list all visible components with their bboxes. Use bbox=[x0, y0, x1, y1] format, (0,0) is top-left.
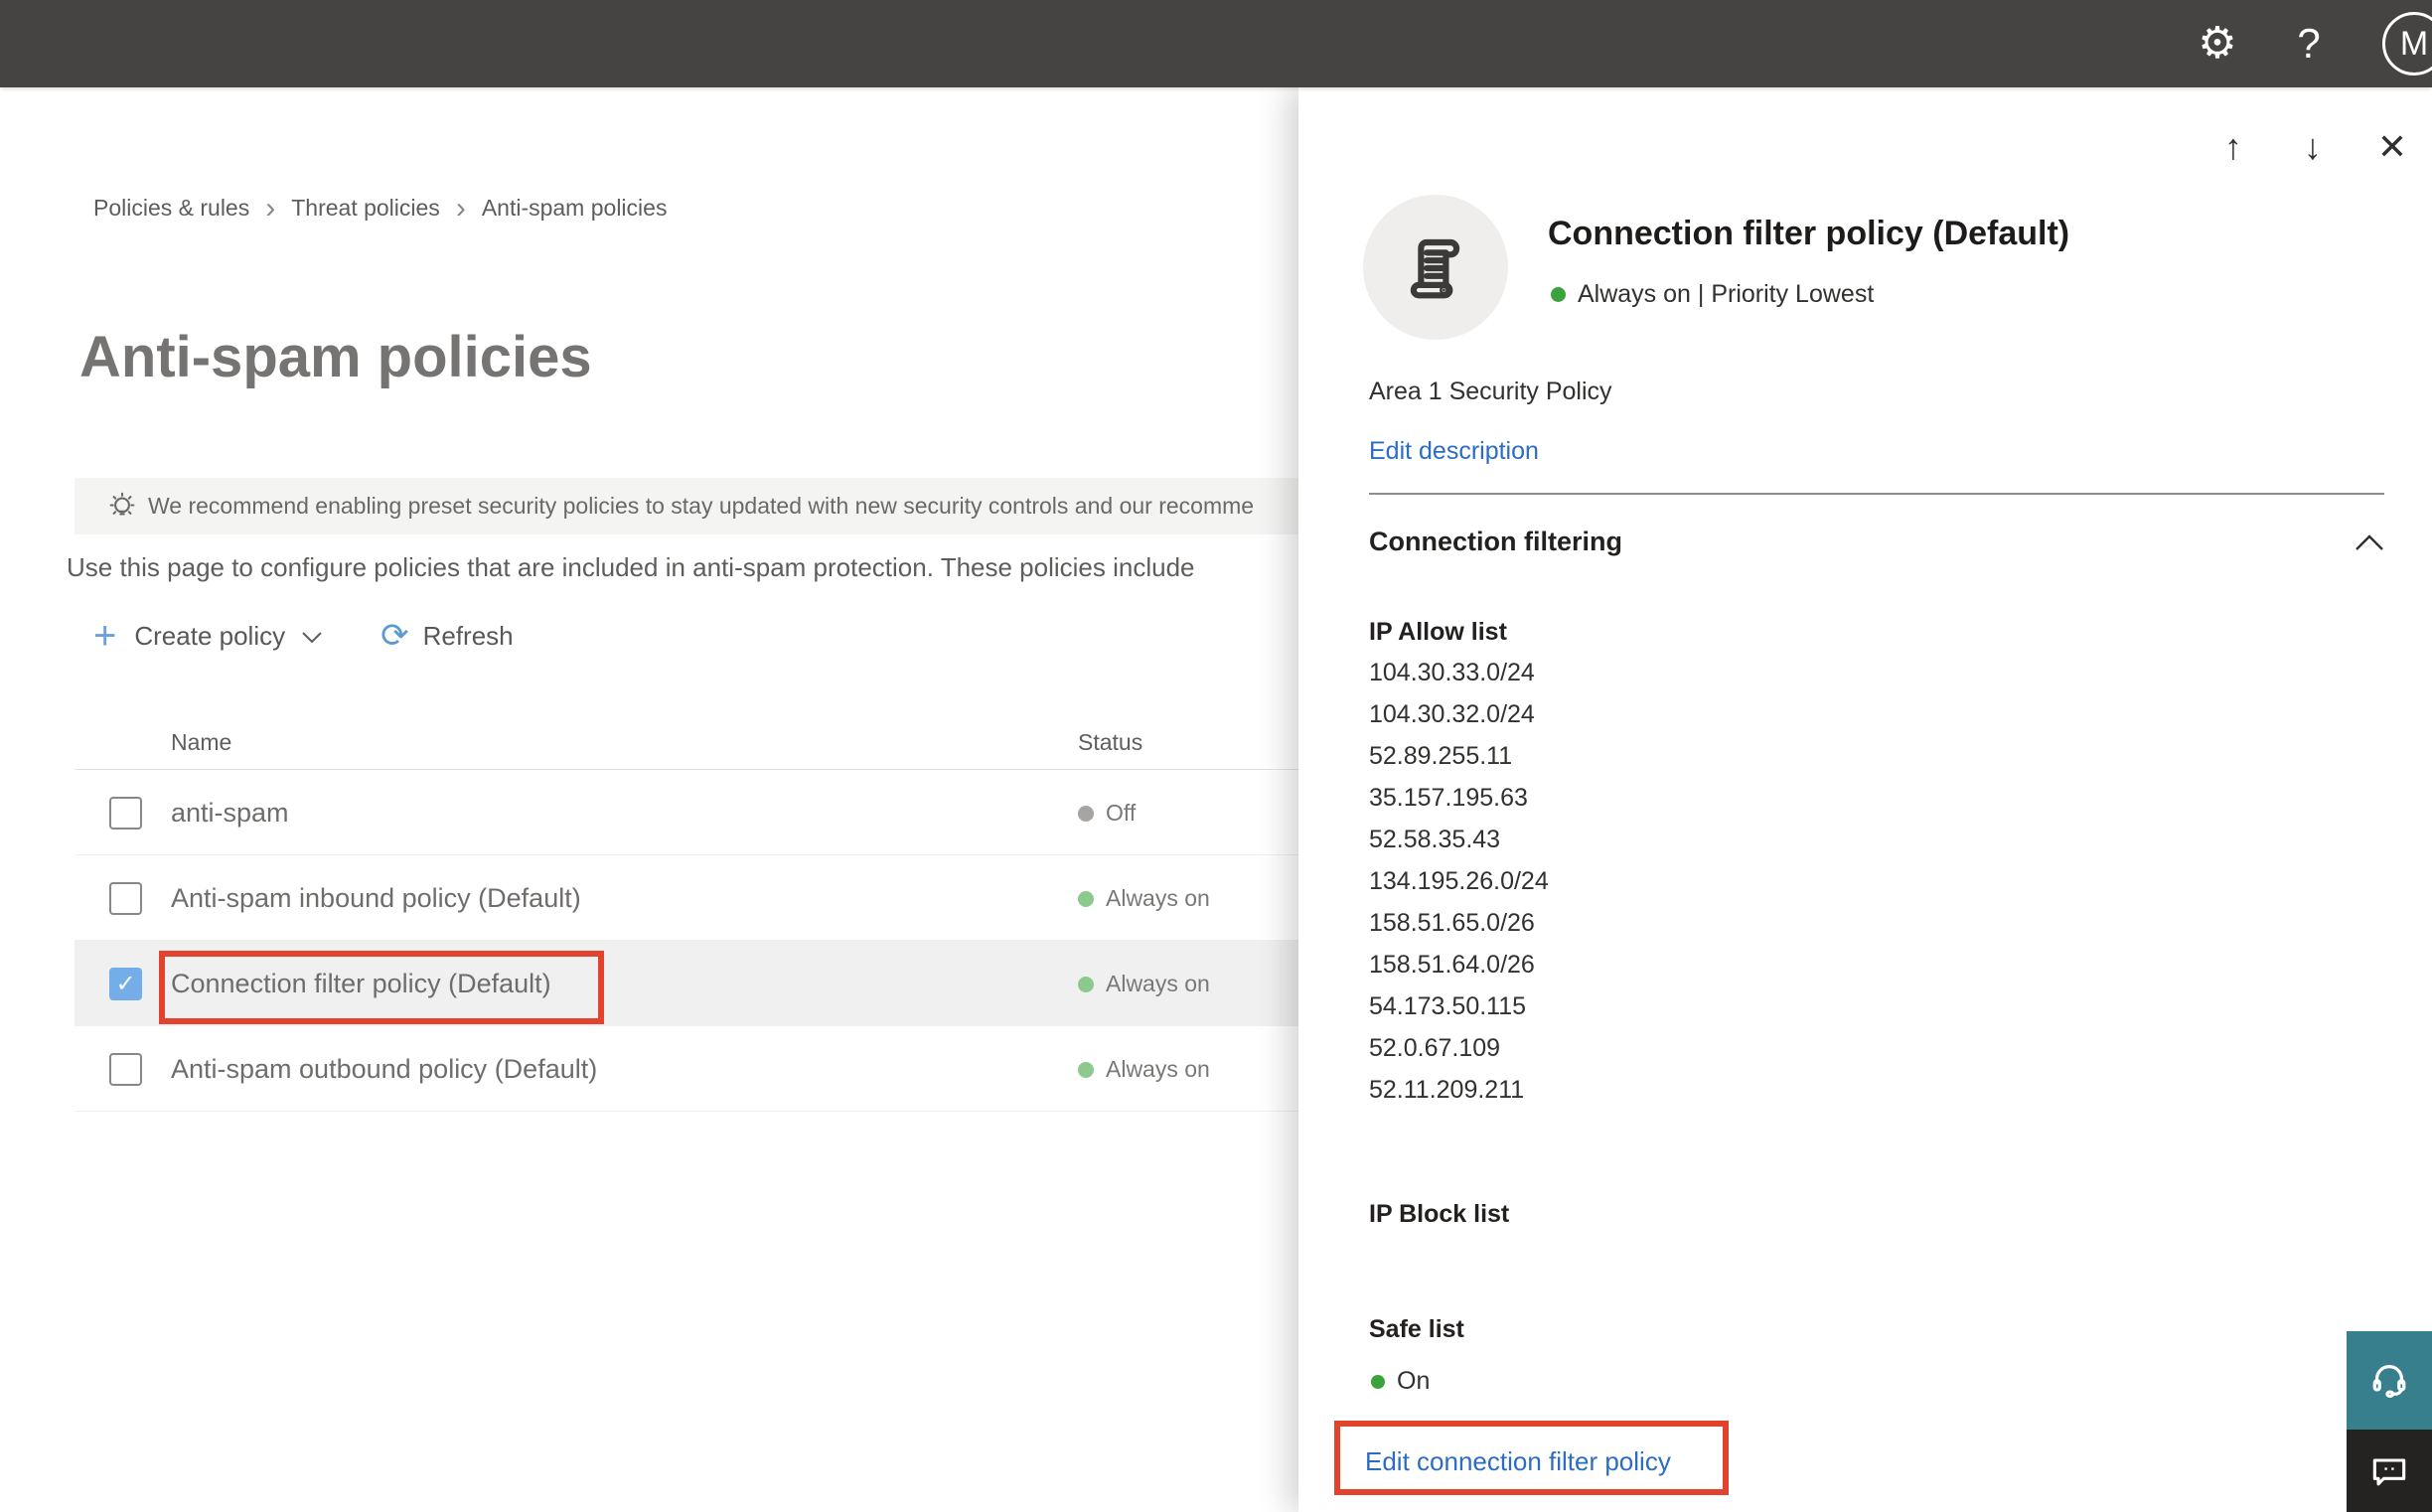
chevron-down-icon bbox=[301, 631, 323, 645]
flyout-title: Connection filter policy (Default) bbox=[1548, 215, 2070, 252]
policy-description: Area 1 Security Policy bbox=[1369, 378, 1612, 405]
breadcrumb-anti-spam-policies[interactable]: Anti-spam policies bbox=[482, 195, 668, 222]
ip-entry: 35.157.195.63 bbox=[1369, 784, 1528, 812]
headset-icon bbox=[2366, 1358, 2412, 1404]
topbar-actions: ⚙ ? M bbox=[2172, 0, 2432, 87]
flyout-navigation: ↑ ↓ ✕ bbox=[2194, 117, 2432, 177]
ip-entry: 104.30.32.0/24 bbox=[1369, 700, 1535, 728]
safe-list-value: On bbox=[1397, 1367, 1431, 1395]
status-dot bbox=[1078, 1061, 1094, 1078]
next-item-arrow-down-icon[interactable]: ↓ bbox=[2273, 117, 2353, 177]
ip-entry: 54.173.50.115 bbox=[1369, 992, 1527, 1020]
row-checkbox[interactable] bbox=[109, 797, 142, 830]
anti-spam-policies-page: ⚙ ? M Policies & rules › Threat policies… bbox=[0, 0, 2432, 1512]
help-icon[interactable]: ? bbox=[2263, 0, 2355, 87]
safe-list-status: On bbox=[1371, 1367, 1430, 1396]
ip-block-list-title: IP Block list bbox=[1369, 1200, 1510, 1228]
divider bbox=[1369, 493, 2384, 495]
breadcrumb: Policies & rules › Threat policies › Ant… bbox=[93, 192, 668, 225]
status-dot bbox=[1078, 890, 1094, 907]
status-label: Always on bbox=[1106, 885, 1210, 911]
page-description: Use this page to configure policies that… bbox=[67, 552, 1195, 582]
toolbar: + Create policy ⟳ Refresh bbox=[93, 608, 514, 664]
refresh-icon: ⟳ bbox=[380, 617, 409, 655]
ip-entry: 52.11.209.211 bbox=[1369, 1076, 1525, 1104]
feedback-chat-button[interactable] bbox=[2347, 1430, 2432, 1512]
status-dot bbox=[1078, 805, 1094, 822]
ip-entry: 158.51.64.0/26 bbox=[1369, 951, 1535, 979]
chevron-up-icon[interactable] bbox=[2355, 533, 2384, 551]
refresh-button[interactable]: ⟳ Refresh bbox=[380, 619, 514, 653]
checkmark-icon: ✓ bbox=[115, 971, 136, 997]
plus-icon: + bbox=[93, 614, 117, 658]
ip-entry: 52.58.35.43 bbox=[1369, 826, 1501, 853]
status-label: Always on bbox=[1106, 1056, 1210, 1082]
breadcrumb-threat-policies[interactable]: Threat policies bbox=[291, 195, 440, 222]
ip-allow-list-title: IP Allow list bbox=[1369, 618, 1507, 646]
policy-name[interactable]: Connection filter policy (Default) bbox=[171, 969, 551, 999]
refresh-label: Refresh bbox=[422, 620, 514, 651]
breadcrumb-separator-icon: › bbox=[265, 192, 276, 225]
edit-description-link[interactable]: Edit description bbox=[1369, 437, 1539, 466]
scroll-icon bbox=[1397, 228, 1474, 306]
ip-entry: 134.195.26.0/24 bbox=[1369, 867, 1549, 895]
safe-list-title: Safe list bbox=[1369, 1315, 1464, 1343]
policy-status: Always on bbox=[1078, 885, 1210, 912]
breadcrumb-policies-rules[interactable]: Policies & rules bbox=[93, 195, 249, 222]
column-header-name[interactable]: Name bbox=[171, 729, 231, 756]
create-policy-label: Create policy bbox=[134, 620, 286, 651]
ip-allow-list: 104.30.33.0/24 104.30.32.0/24 52.89.255.… bbox=[1369, 652, 1549, 1111]
breadcrumb-separator-icon: › bbox=[455, 192, 466, 225]
status-dot bbox=[1078, 976, 1094, 992]
policy-icon-circle bbox=[1363, 195, 1508, 340]
ip-entry: 158.51.65.0/26 bbox=[1369, 909, 1535, 937]
lightbulb-icon bbox=[104, 489, 140, 525]
close-icon[interactable]: ✕ bbox=[2353, 117, 2432, 177]
row-checkbox[interactable] bbox=[109, 1053, 142, 1086]
policy-status: Off bbox=[1078, 800, 1136, 827]
page-title: Anti-spam policies bbox=[79, 325, 592, 389]
policy-name[interactable]: Anti-spam outbound policy (Default) bbox=[171, 1054, 597, 1085]
avatar-initial: M bbox=[2382, 12, 2432, 76]
edit-connection-filter-policy-link[interactable]: Edit connection filter policy bbox=[1365, 1446, 1671, 1477]
row-checkbox[interactable] bbox=[109, 882, 142, 915]
support-headset-button[interactable] bbox=[2347, 1331, 2432, 1430]
policy-status: Always on bbox=[1078, 971, 1210, 997]
policy-status: Always on bbox=[1078, 1056, 1210, 1083]
ip-entry: 104.30.33.0/24 bbox=[1369, 659, 1535, 686]
status-priority-label: Always on | Priority Lowest bbox=[1578, 280, 1875, 308]
row-checkbox-checked[interactable]: ✓ bbox=[109, 968, 142, 1000]
support-buttons bbox=[2347, 1331, 2432, 1512]
settings-gear-icon[interactable]: ⚙ bbox=[2172, 0, 2263, 87]
banner-text: We recommend enabling preset security po… bbox=[148, 493, 1255, 519]
top-navigation-bar: ⚙ ? M bbox=[0, 0, 2432, 87]
column-header-status[interactable]: Status bbox=[1078, 729, 1142, 756]
status-label: Off bbox=[1106, 800, 1137, 826]
policy-name[interactable]: anti-spam bbox=[171, 798, 289, 829]
flyout-status-line: Always on | Priority Lowest bbox=[1551, 280, 1874, 309]
policy-name[interactable]: Anti-spam inbound policy (Default) bbox=[171, 883, 581, 914]
chat-icon bbox=[2367, 1449, 2411, 1493]
account-avatar[interactable]: M bbox=[2355, 0, 2432, 87]
section-title: Connection filtering bbox=[1369, 527, 1622, 556]
connection-filtering-section-header[interactable]: Connection filtering bbox=[1369, 527, 2384, 557]
status-label: Always on bbox=[1106, 971, 1210, 996]
status-dot bbox=[1551, 287, 1566, 302]
previous-item-arrow-up-icon[interactable]: ↑ bbox=[2194, 117, 2273, 177]
ip-entry: 52.89.255.11 bbox=[1369, 742, 1513, 770]
create-policy-button[interactable]: + Create policy bbox=[93, 616, 323, 656]
status-dot bbox=[1371, 1374, 1385, 1389]
policy-details-flyout: ↑ ↓ ✕ Connection filter policy (Default)… bbox=[1298, 87, 2432, 1512]
ip-entry: 52.0.67.109 bbox=[1369, 1034, 1501, 1062]
